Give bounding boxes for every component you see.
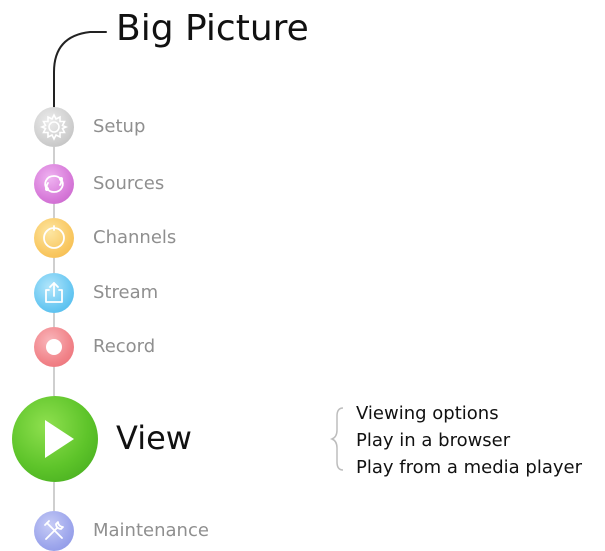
step-record-label: Record (93, 336, 156, 357)
step-maintenance-label: Maintenance (93, 520, 209, 541)
step-view-circle[interactable] (12, 396, 98, 482)
step-setup-label: Setup (93, 116, 146, 137)
view-option-item: Play from a media player (356, 457, 582, 478)
step-sources-circle[interactable] (34, 164, 74, 204)
view-options-list: Viewing options Play in a browser Play f… (356, 400, 582, 481)
view-option-item: Play in a browser (356, 430, 511, 451)
step-setup-circle[interactable] (34, 107, 74, 147)
step-stream-circle[interactable] (34, 273, 74, 313)
play-icon (45, 420, 74, 458)
options-bracket (329, 407, 344, 471)
step-maintenance-circle[interactable] (34, 511, 74, 551)
step-channels-circle[interactable] (34, 218, 74, 258)
step-view-label: View (116, 419, 192, 457)
step-sources-label: Sources (93, 173, 165, 194)
step-stream-label: Stream (93, 282, 159, 303)
step-channels-label: Channels (93, 227, 177, 248)
step-record-circle[interactable] (34, 327, 74, 367)
tools-icon (44, 520, 64, 540)
gear-icon (39, 113, 69, 141)
channels-ring-icon (43, 225, 65, 249)
record-dot-icon (46, 339, 62, 355)
diagram-title: Big Picture (116, 8, 309, 49)
sources-loop-icon (44, 175, 64, 193)
view-option-item: Viewing options (356, 403, 499, 424)
share-upload-icon (45, 282, 63, 303)
title-connector-curve (53, 31, 107, 108)
